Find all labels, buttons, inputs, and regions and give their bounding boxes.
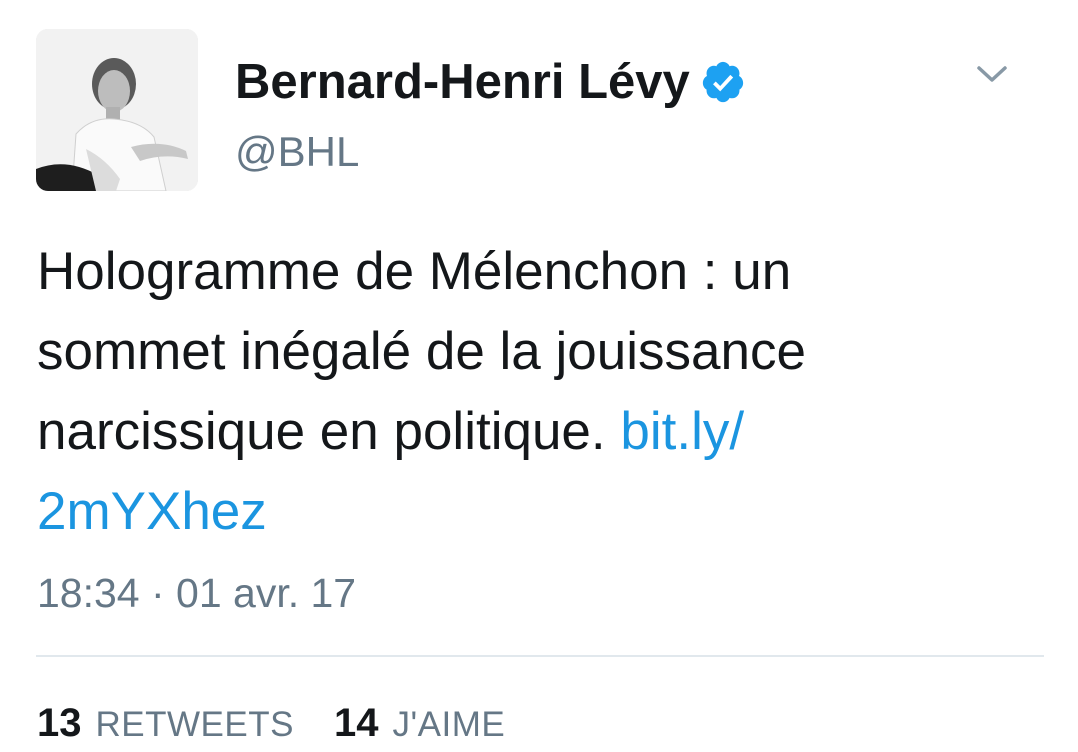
author-display-name[interactable]: Bernard-Henri Lévy	[235, 52, 690, 112]
avatar[interactable]	[36, 29, 198, 191]
chevron-down-icon[interactable]	[970, 58, 1014, 90]
retweets-count: 13	[37, 701, 82, 745]
avatar-photo	[36, 29, 198, 191]
author-name[interactable]: Bernard-Henri Lévy	[235, 52, 746, 112]
tweet-text-line-2: sommet inégalé de la jouissance	[37, 322, 806, 381]
tweet-text: Hologramme de Mélenchon : un sommet inég…	[37, 232, 1047, 552]
tweet-text-line-3: narcissique en politique.	[37, 402, 606, 461]
tweet-stats: 13 RETWEETS 14 J'AIME	[37, 698, 545, 750]
tweet-link-part-1[interactable]: bit.ly/	[620, 402, 744, 461]
divider	[36, 655, 1044, 657]
author-handle[interactable]: @BHL	[235, 124, 359, 180]
retweets-stat[interactable]: 13 RETWEETS	[37, 698, 294, 750]
tweet-timestamp[interactable]: 18:34 · 01 avr. 17	[37, 566, 356, 620]
retweets-label: RETWEETS	[95, 705, 294, 744]
tweet-text-line-1: Hologramme de Mélenchon : un	[37, 242, 792, 301]
likes-count: 14	[333, 701, 379, 745]
likes-label: J'AIME	[392, 705, 506, 744]
likes-stat[interactable]: 14 J'AIME	[334, 698, 505, 750]
verified-badge-icon	[702, 61, 743, 103]
tweet-link-part-2[interactable]: 2mYXhez	[37, 482, 267, 541]
